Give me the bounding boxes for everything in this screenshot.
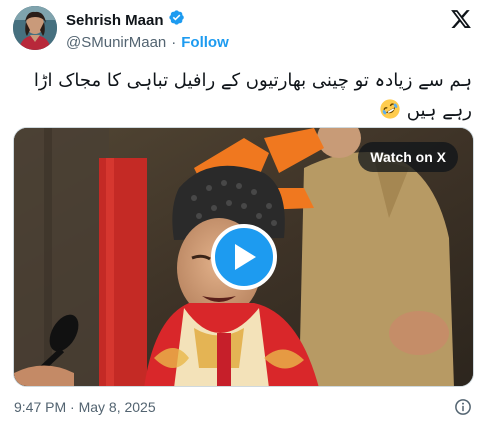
info-icon[interactable] <box>454 398 472 416</box>
author-handle[interactable]: @SMunirMaan <box>66 33 166 53</box>
rolling-on-the-floor-laughing-icon <box>379 98 401 120</box>
follow-button[interactable]: Follow <box>181 33 229 53</box>
watch-on-x-button[interactable]: Watch on X <box>358 142 458 172</box>
avatar-image <box>13 6 57 50</box>
x-logo-icon[interactable] <box>450 8 472 30</box>
tweet-body: ہم سے زیادہ تو چینی بھارتیوں کے رافیل تب… <box>33 70 472 121</box>
avatar[interactable] <box>13 6 57 50</box>
verified-badge-icon <box>168 9 185 31</box>
author-block: Sehrish Maan @SMunirMaan · Follow <box>66 9 229 53</box>
timestamp[interactable]: 9:47 PM · May 8, 2025 <box>14 398 156 416</box>
video-player[interactable]: Watch on X <box>13 127 474 387</box>
author-display-name[interactable]: Sehrish Maan <box>66 11 164 30</box>
tweet-text: ہم سے زیادہ تو چینی بھارتیوں کے رافیل تب… <box>14 66 472 126</box>
tweet-footer: 9:47 PM · May 8, 2025 <box>14 398 472 416</box>
separator-dot: · <box>171 34 177 51</box>
tweet-embed-card: Sehrish Maan @SMunirMaan · Follow ہم سے … <box>0 0 486 423</box>
play-icon[interactable] <box>210 224 277 290</box>
